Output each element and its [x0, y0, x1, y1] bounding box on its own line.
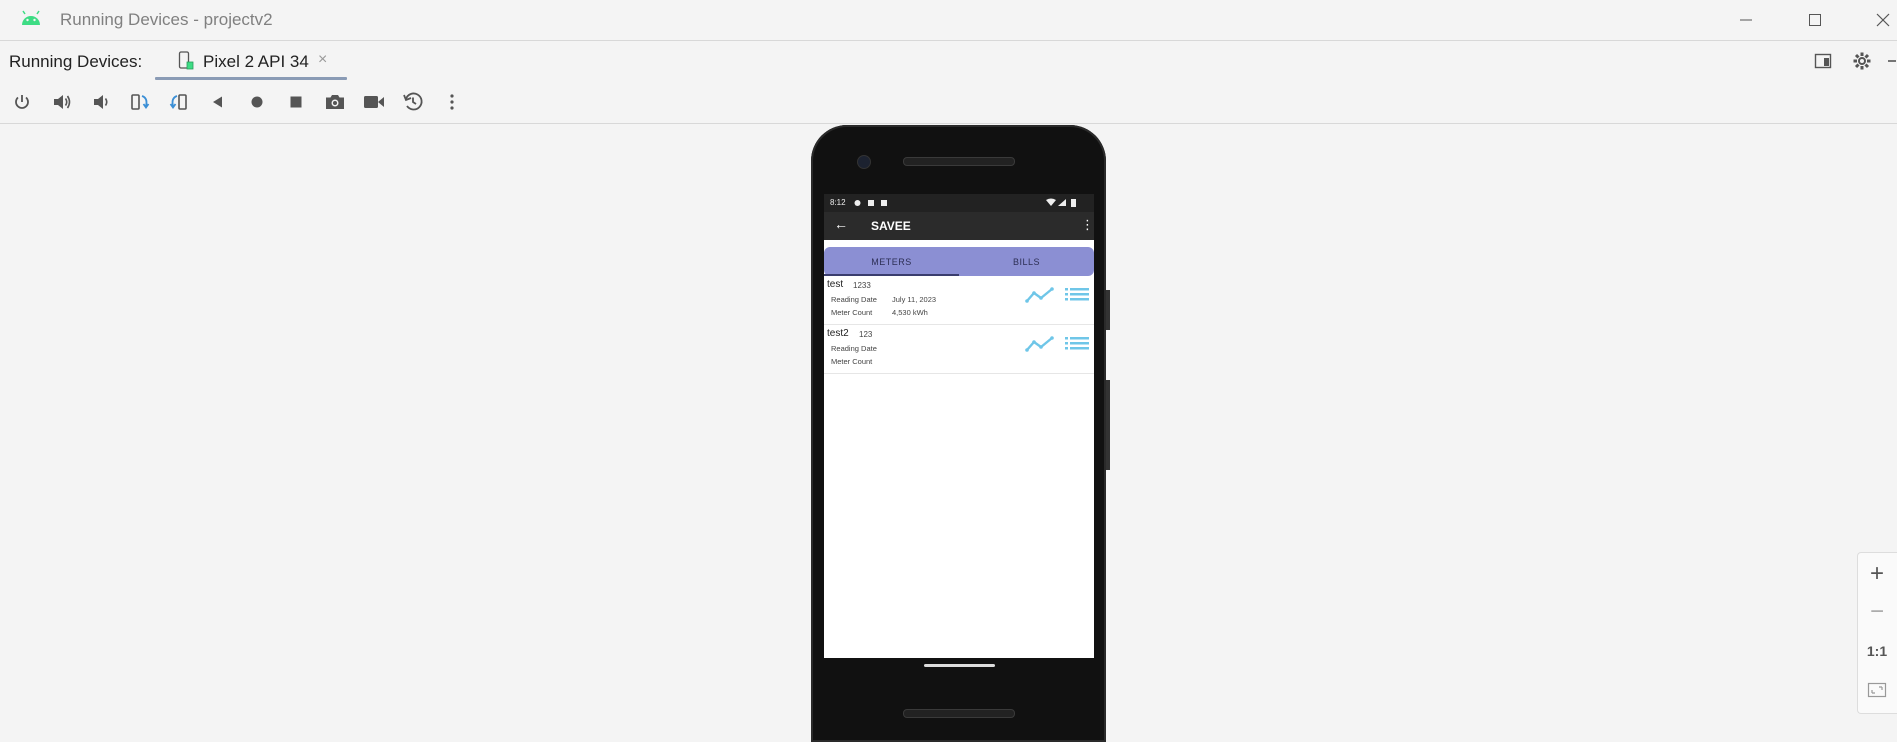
reading-date-value: July 11, 2023	[892, 295, 937, 304]
layout-icon[interactable]	[1812, 50, 1834, 72]
status-bar: 8:12	[824, 194, 1094, 212]
rotate-left-icon[interactable]	[127, 89, 153, 115]
meter-count-label: Meter Count	[831, 357, 873, 366]
meter-name: test	[827, 279, 844, 290]
window-title: Running Devices - projectv2	[60, 10, 273, 29]
back-arrow-icon[interactable]: ←	[834, 216, 848, 232]
status-time: 8:12	[830, 198, 846, 207]
list-item[interactable]: test 1233 Reading Date July 11, 2023 Met…	[824, 276, 1094, 325]
tab-close-icon[interactable]: ×	[318, 51, 327, 69]
gear-icon[interactable]	[1851, 50, 1873, 72]
screenshot-icon[interactable]	[322, 89, 348, 115]
zoom-in-button[interactable]: +	[1857, 555, 1897, 593]
device-screen[interactable]: 8:12 ← SAVEE ⋮ METERS BILLS test 1233 Re…	[824, 194, 1094, 658]
signal-battery-icons	[1046, 198, 1076, 207]
tab-bills[interactable]: BILLS	[959, 247, 1094, 276]
meter-name: test2	[827, 328, 849, 339]
tab-meters[interactable]: METERS	[824, 247, 959, 276]
reading-date-label: Reading Date	[831, 295, 877, 304]
hide-icon[interactable]	[1884, 50, 1897, 72]
power-icon[interactable]	[9, 89, 35, 115]
meter-number: 1233	[853, 281, 871, 290]
title-bar	[0, 0, 1897, 40]
device-tab-label: Pixel 2 API 34	[203, 52, 309, 71]
zoom-out-button[interactable]: −	[1857, 593, 1897, 631]
snapshot-icon[interactable]	[400, 89, 426, 115]
screen-record-icon[interactable]	[361, 89, 387, 115]
divider	[0, 123, 1897, 124]
overview-icon[interactable]	[283, 89, 309, 115]
more-icon[interactable]	[439, 89, 465, 115]
app-title: SAVEE	[871, 219, 911, 233]
phone-volume-button	[1106, 380, 1110, 470]
device-icon	[178, 51, 194, 70]
chart-icon[interactable]	[1025, 286, 1055, 304]
maximize-icon[interactable]	[1801, 8, 1829, 32]
meter-count-label: Meter Count	[831, 308, 873, 317]
meter-number: 123	[859, 330, 873, 339]
running-devices-label: Running Devices:	[9, 52, 143, 71]
list-icon[interactable]	[1064, 335, 1090, 353]
phone-power-button	[1106, 290, 1110, 330]
volume-down-icon[interactable]	[88, 89, 114, 115]
reading-date-label: Reading Date	[831, 344, 877, 353]
active-tab-indicator	[155, 77, 347, 80]
volume-up-icon[interactable]	[49, 89, 75, 115]
back-icon[interactable]	[205, 89, 231, 115]
app-bar: ← SAVEE ⋮	[824, 212, 1094, 240]
list-item[interactable]: test2 123 Reading Date Meter Count	[824, 325, 1094, 374]
gesture-nav-bar[interactable]	[924, 664, 995, 667]
actual-size-button[interactable]: 1:1	[1857, 632, 1897, 670]
rotate-right-icon[interactable]	[166, 89, 192, 115]
front-camera	[857, 155, 871, 169]
fit-screen-icon[interactable]	[1857, 671, 1897, 709]
tab-bar: METERS BILLS	[824, 247, 1094, 276]
chart-icon[interactable]	[1025, 335, 1055, 353]
meter-count-value: 4,530 kWh	[892, 308, 928, 317]
home-icon[interactable]	[244, 89, 270, 115]
minimize-icon[interactable]	[1732, 8, 1760, 32]
android-logo-icon	[22, 10, 40, 25]
notification-icons	[854, 200, 887, 206]
top-speaker	[903, 157, 1015, 166]
bottom-speaker	[903, 709, 1015, 718]
list-icon[interactable]	[1064, 286, 1090, 304]
close-icon[interactable]	[1869, 8, 1897, 32]
overflow-menu-icon[interactable]: ⋮	[1081, 217, 1094, 233]
divider	[0, 40, 1897, 41]
